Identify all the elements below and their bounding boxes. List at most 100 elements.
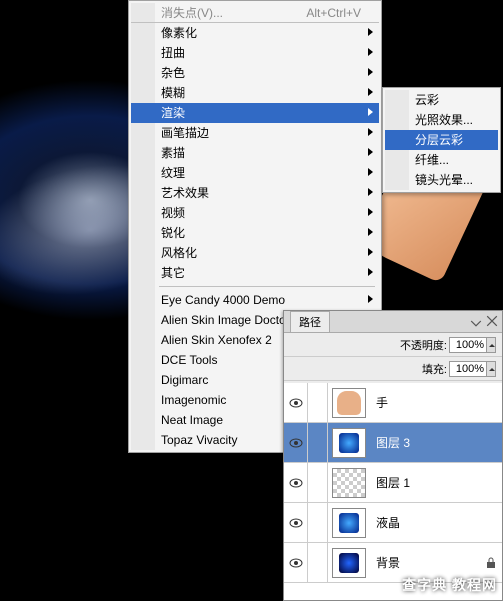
menu-separator <box>159 286 375 287</box>
filter-item-11[interactable]: 风格化 <box>131 243 379 263</box>
submenu-arrow-icon <box>368 128 373 136</box>
submenu-arrow-icon <box>368 48 373 56</box>
filter-item-8[interactable]: 艺术效果 <box>131 183 379 203</box>
submenu-arrow-icon <box>368 68 373 76</box>
menu-label: 模糊 <box>161 86 185 100</box>
menu-label: Eye Candy 4000 Demo <box>161 293 285 307</box>
menu-label: 视频 <box>161 206 185 220</box>
submenu-arrow-icon <box>368 28 373 36</box>
visibility-eye-icon[interactable] <box>284 383 308 423</box>
render-item-2[interactable]: 分层云彩 <box>385 130 498 150</box>
render-item-3[interactable]: 纤维... <box>385 150 498 170</box>
menu-label: 分层云彩 <box>415 133 463 147</box>
submenu-arrow-icon <box>368 268 373 276</box>
layer-row[interactable]: 手 <box>284 383 502 423</box>
opacity-stepper[interactable] <box>486 337 496 353</box>
filter-item-12[interactable]: 其它 <box>131 263 379 283</box>
menu-label: Neat Image <box>161 413 223 427</box>
watermark-text: 查字典 教程网 <box>402 575 497 595</box>
fill-value[interactable]: 100% <box>449 361 487 377</box>
menu-label: Digimarc <box>161 373 208 387</box>
filter-item-10[interactable]: 锐化 <box>131 223 379 243</box>
submenu-arrow-icon <box>368 188 373 196</box>
filter-item-4[interactable]: 渲染 <box>131 103 379 123</box>
link-column[interactable] <box>308 463 328 503</box>
layers-panel[interactable]: 路径 不透明度: 100% 填充: 100% 手图层 3 图层 1 液晶背景 <box>283 310 503 601</box>
layer-row[interactable]: 图层 3 <box>284 423 502 463</box>
opacity-label: 不透明度: <box>400 337 447 353</box>
panel-tab-bar: 路径 <box>284 311 502 333</box>
filter-item-9[interactable]: 视频 <box>131 203 379 223</box>
filter-item-5[interactable]: 画笔描边 <box>131 123 379 143</box>
submenu-arrow-icon <box>368 208 373 216</box>
menu-label: 画笔描边 <box>161 126 209 140</box>
menu-label: 像素化 <box>161 26 197 40</box>
layer-list: 手图层 3 图层 1 液晶背景 <box>284 383 502 600</box>
opacity-value[interactable]: 100% <box>449 337 487 353</box>
render-item-0[interactable]: 云彩 <box>385 90 498 110</box>
submenu-items: 云彩光照效果... 分层云彩纤维... 镜头光晕... <box>385 90 498 190</box>
fill-stepper[interactable] <box>486 361 496 377</box>
menu-label: 其它 <box>161 266 185 280</box>
menu-label: 镜头光晕... <box>415 173 473 187</box>
layer-name-label: 背景 <box>376 554 400 571</box>
opacity-row: 不透明度: 100% <box>284 333 502 357</box>
layer-name-label: 图层 3 <box>376 434 410 451</box>
menu-label: 光照效果... <box>415 113 473 127</box>
filter-item-7[interactable]: 纹理 <box>131 163 379 183</box>
layer-name-label: 图层 1 <box>376 474 410 491</box>
menu-group-filters: 像素化扭曲杂色模糊渲染画笔描边素描纹理艺术效果视频锐化风格化其它 <box>131 23 379 283</box>
visibility-eye-icon[interactable] <box>284 423 308 463</box>
menu-label: DCE Tools <box>161 353 217 367</box>
layer-thumbnail[interactable] <box>332 548 366 578</box>
render-item-1[interactable]: 光照效果... <box>385 110 498 130</box>
menu-label: 纹理 <box>161 166 185 180</box>
menu-item-vanishing-point[interactable]: 消失点(V)... Alt+Ctrl+V <box>131 3 379 23</box>
layer-row[interactable]: 液晶 <box>284 503 502 543</box>
layer-thumbnail[interactable] <box>332 428 366 458</box>
filter-item-1[interactable]: 扭曲 <box>131 43 379 63</box>
filter-item-0[interactable]: 像素化 <box>131 23 379 43</box>
filter-item-6[interactable]: 素描 <box>131 143 379 163</box>
menu-label: 扭曲 <box>161 46 185 60</box>
menu-label: Alien Skin Xenofex 2 <box>161 333 272 347</box>
menu-label: 云彩 <box>415 93 439 107</box>
visibility-eye-icon[interactable] <box>284 543 308 583</box>
visibility-eye-icon[interactable] <box>284 463 308 503</box>
panel-menu-icon[interactable] <box>470 315 482 327</box>
fill-row: 填充: 100% <box>284 357 502 381</box>
menu-label: 锐化 <box>161 226 185 240</box>
render-submenu[interactable]: 云彩光照效果... 分层云彩纤维... 镜头光晕... <box>382 87 501 193</box>
link-column[interactable] <box>308 423 328 463</box>
link-column[interactable] <box>308 503 328 543</box>
filter-item-3[interactable]: 模糊 <box>131 83 379 103</box>
fill-label: 填充: <box>422 361 447 377</box>
menu-shortcut: Alt+Ctrl+V <box>306 3 361 23</box>
render-item-4[interactable]: 镜头光晕... <box>385 170 498 190</box>
close-icon[interactable] <box>486 315 498 327</box>
menu-label: 纤维... <box>415 153 449 167</box>
layer-thumbnail[interactable] <box>332 388 366 418</box>
submenu-arrow-icon <box>368 148 373 156</box>
filter-item-2[interactable]: 杂色 <box>131 63 379 83</box>
submenu-arrow-icon <box>368 88 373 96</box>
visibility-eye-icon[interactable] <box>284 503 308 543</box>
menu-label: 渲染 <box>161 106 185 120</box>
menu-label: Imagenomic <box>161 393 226 407</box>
layer-thumbnail[interactable] <box>332 508 366 538</box>
submenu-arrow-icon <box>368 108 373 116</box>
submenu-arrow-icon <box>368 295 373 303</box>
menu-label: 消失点(V)... <box>161 6 223 20</box>
layer-row[interactable]: 图层 1 <box>284 463 502 503</box>
link-column[interactable] <box>308 383 328 423</box>
layer-thumbnail[interactable] <box>332 468 366 498</box>
tab-paths[interactable]: 路径 <box>290 311 330 332</box>
submenu-arrow-icon <box>368 168 373 176</box>
menu-label: Topaz Vivacity <box>161 433 237 447</box>
menu-label: 杂色 <box>161 66 185 80</box>
plugin-item-0[interactable]: Eye Candy 4000 Demo <box>131 290 379 310</box>
layer-name-label: 液晶 <box>376 514 400 531</box>
menu-label: 艺术效果 <box>161 186 209 200</box>
menu-label: 风格化 <box>161 246 197 260</box>
link-column[interactable] <box>308 543 328 583</box>
